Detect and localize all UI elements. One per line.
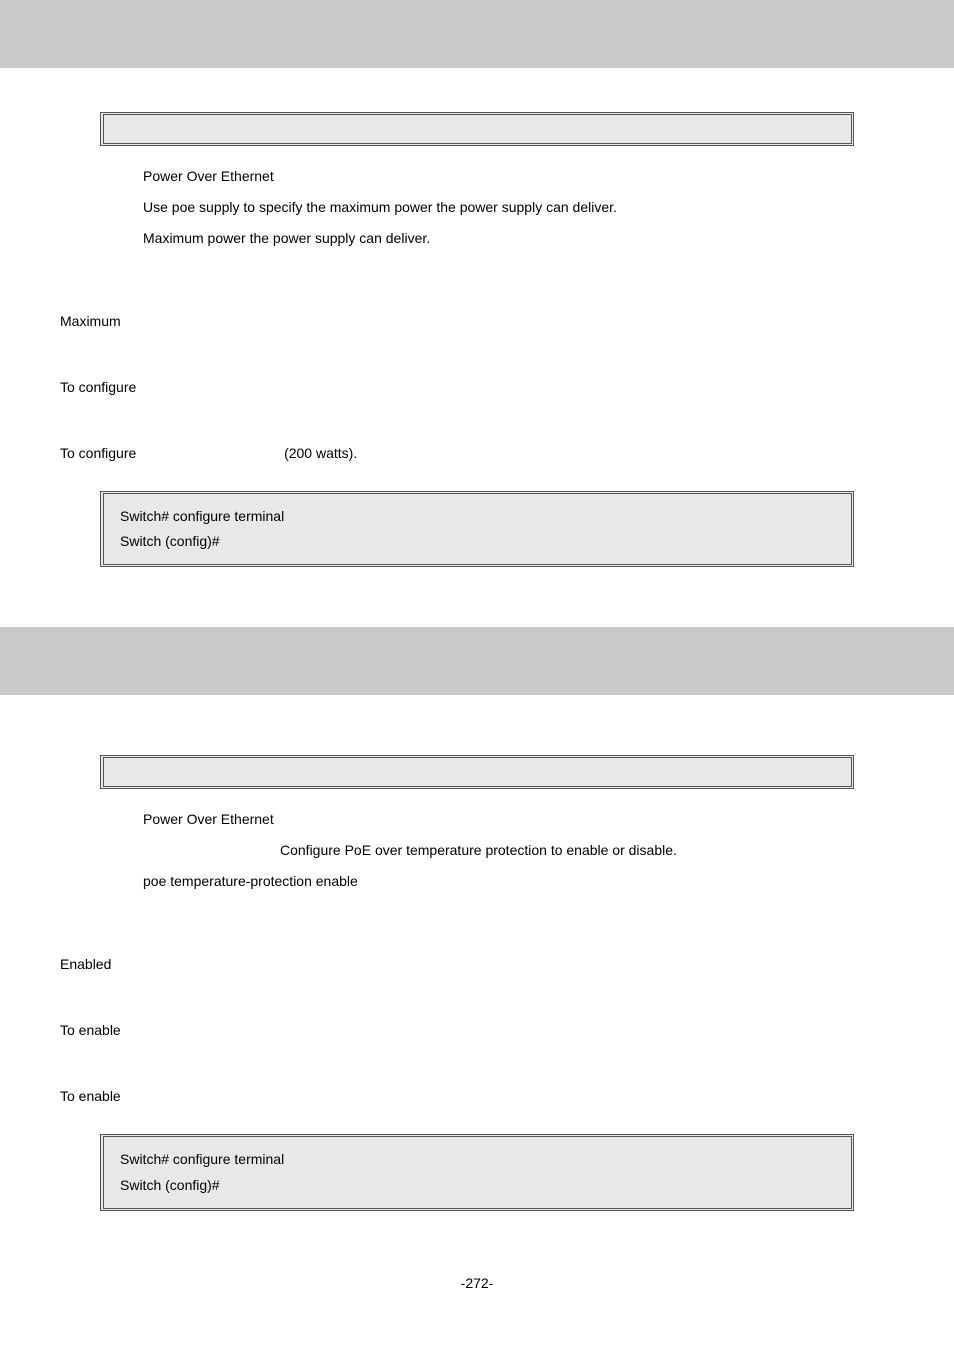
example-label-1: To configure (200 watts). — [60, 445, 954, 461]
param-2: poe temperature-protection enable — [143, 871, 834, 892]
module-label-2: Power Over Ethernet — [143, 809, 834, 830]
page-number: -272- — [0, 1275, 954, 1291]
code-box-2: Switch# configure terminal Switch (confi… — [100, 1134, 854, 1210]
syntax-box-2 — [100, 755, 854, 789]
usage-1: To configure — [60, 379, 954, 395]
code-line-2b: Switch (config)# — [120, 1173, 835, 1198]
code-line-1b: Switch (config)# — [120, 529, 835, 554]
code-box-1: Switch# configure terminal Switch (confi… — [100, 491, 854, 567]
description-2: Configure PoE over temperature protectio… — [280, 840, 834, 861]
syntax-box-1 — [100, 112, 854, 146]
default-1: Maximum — [60, 313, 954, 329]
param-1: Maximum power the power supply can deliv… — [143, 228, 834, 249]
section-header-2 — [0, 627, 954, 695]
code-line-2a: Switch# configure terminal — [120, 1147, 835, 1172]
description-1: Use poe supply to specify the maximum po… — [143, 197, 834, 218]
example-prefix-1: To configure — [60, 445, 136, 461]
example-suffix-1: (200 watts). — [284, 445, 357, 461]
default-2: Enabled — [60, 956, 954, 972]
code-line-1a: Switch# configure terminal — [120, 504, 835, 529]
section-header-1 — [0, 0, 954, 68]
example-label-2: To enable — [60, 1088, 954, 1104]
usage-2: To enable — [60, 1022, 954, 1038]
module-label-1: Power Over Ethernet — [143, 166, 834, 187]
